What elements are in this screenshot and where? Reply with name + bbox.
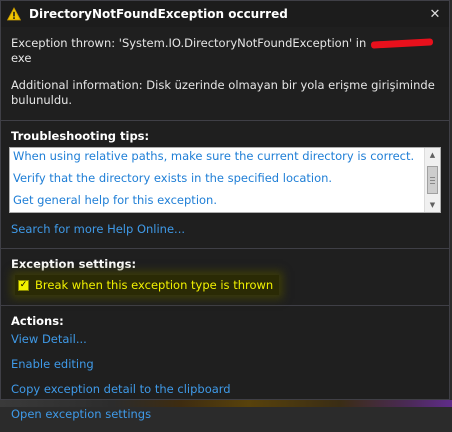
enable-editing-link[interactable]: Enable editing	[11, 357, 439, 382]
search-help-online-link[interactable]: Search for more Help Online...	[11, 222, 439, 236]
actions-list: View Detail... Enable editing Copy excep…	[11, 332, 439, 432]
exception-message: Exception thrown: 'System.IO.DirectoryNo…	[11, 36, 439, 66]
exception-settings-heading: Exception settings:	[11, 257, 137, 271]
title-bar: DirectoryNotFoundException occurred ✕	[1, 1, 449, 27]
tips-scrollbar[interactable]: ▲ ▼	[424, 148, 440, 212]
warning-icon	[7, 7, 21, 21]
actions-heading: Actions:	[11, 314, 64, 328]
exception-message-text: Exception thrown: 'System.IO.DirectoryNo…	[11, 36, 370, 50]
additional-information: Additional information: Disk üzerinde ol…	[11, 78, 435, 107]
close-button[interactable]: ✕	[425, 4, 445, 24]
separator	[1, 305, 449, 306]
close-icon[interactable]: ✕	[430, 7, 441, 22]
dialog-title: DirectoryNotFoundException occurred	[29, 7, 288, 21]
exception-message-suffix: exe	[11, 51, 32, 65]
scroll-down-icon[interactable]: ▼	[425, 198, 440, 212]
tip-link-relative-paths[interactable]: When using relative paths, make sure the…	[13, 148, 424, 170]
open-exception-settings-link[interactable]: Open exception settings	[11, 407, 439, 432]
tip-link-verify-directory[interactable]: Verify that the directory exists in the …	[13, 170, 424, 192]
separator	[1, 248, 449, 249]
view-detail-link[interactable]: View Detail...	[11, 332, 439, 357]
scroll-thumb[interactable]	[427, 166, 438, 194]
separator	[1, 120, 449, 121]
dialog-body: Exception thrown: 'System.IO.DirectoryNo…	[1, 27, 449, 432]
exception-dialog: DirectoryNotFoundException occurred ✕ Ex…	[0, 0, 450, 421]
background-strip	[0, 400, 452, 407]
break-on-exception-label[interactable]: Break when this exception type is thrown	[35, 278, 273, 292]
break-on-exception-checkbox[interactable]: ✓	[18, 279, 29, 291]
troubleshooting-tips-list: When using relative paths, make sure the…	[9, 147, 441, 213]
scroll-up-icon[interactable]: ▲	[425, 148, 440, 162]
break-on-exception-option[interactable]: ✓ Break when this exception type is thro…	[15, 275, 280, 295]
troubleshooting-heading: Troubleshooting tips:	[11, 129, 150, 143]
tip-link-general-help[interactable]: Get general help for this exception.	[13, 192, 424, 214]
redaction-mark	[370, 38, 434, 49]
